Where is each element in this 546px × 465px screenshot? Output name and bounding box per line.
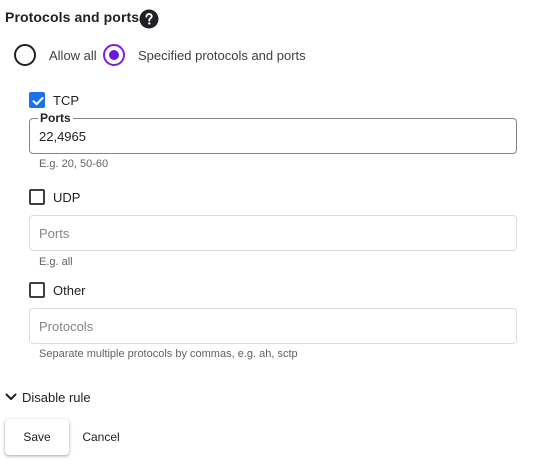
tcp-checkbox[interactable]	[29, 92, 45, 108]
cancel-button[interactable]: Cancel	[73, 419, 129, 455]
save-button[interactable]: Save	[5, 419, 69, 455]
other-protocols-field[interactable]	[29, 308, 517, 344]
allow-all-radio[interactable]	[14, 44, 36, 66]
specified-protocols-label[interactable]: Specified protocols and ports	[138, 48, 306, 63]
other-protocols-hint: Separate multiple protocols by commas, e…	[39, 348, 298, 360]
specified-protocols-radio[interactable]	[103, 44, 125, 66]
tcp-ports-field[interactable]: Ports	[29, 111, 517, 154]
tcp-ports-input[interactable]	[39, 119, 499, 153]
other-protocols-input[interactable]	[39, 309, 499, 343]
checkmark-icon	[32, 97, 44, 106]
udp-ports-field[interactable]	[29, 215, 517, 251]
disable-rule-toggle[interactable]: Disable rule	[4, 388, 91, 406]
disable-rule-label: Disable rule	[22, 389, 91, 405]
chevron-down-icon	[5, 393, 17, 400]
udp-label[interactable]: UDP	[53, 190, 80, 205]
allow-all-label[interactable]: Allow all	[49, 48, 97, 63]
udp-checkbox[interactable]	[29, 189, 45, 205]
tcp-label[interactable]: TCP	[53, 93, 79, 108]
section-title: Protocols and ports	[5, 9, 140, 25]
other-checkbox[interactable]	[29, 282, 45, 298]
tcp-ports-hint: E.g. 20, 50-60	[39, 158, 109, 170]
protocols-ports-panel: Protocols and ports Allow all Specified …	[0, 0, 546, 465]
help-circle-icon[interactable]	[139, 9, 159, 29]
other-label[interactable]: Other	[53, 283, 86, 298]
udp-ports-input[interactable]	[39, 216, 499, 250]
radio-selected-dot	[109, 50, 119, 60]
udp-ports-hint: E.g. all	[39, 256, 73, 268]
